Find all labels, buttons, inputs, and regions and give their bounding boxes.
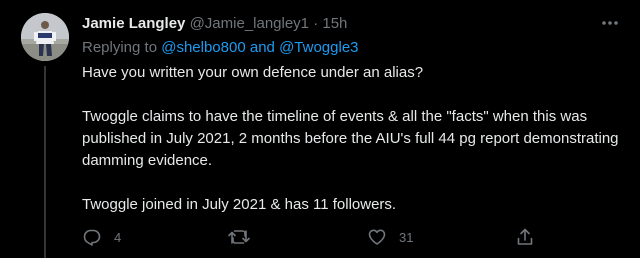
reply-icon: [83, 229, 101, 246]
author-handle[interactable]: @Jamie_langley1: [190, 15, 309, 32]
tweet-header: Jamie Langley @Jamie_langley1 · 15h: [82, 14, 600, 34]
replying-to-conjunction: and: [245, 39, 280, 56]
author-display-name[interactable]: Jamie Langley: [82, 15, 185, 32]
mention-link-twoggle3[interactable]: @Twoggle3: [279, 39, 358, 56]
separator-dot: ·: [313, 15, 319, 32]
avatar[interactable]: [21, 13, 69, 61]
retweet-button[interactable]: [228, 226, 262, 248]
heart-icon: [368, 229, 386, 245]
like-button[interactable]: 31: [367, 226, 413, 248]
mention-link-shelbo800[interactable]: @shelbo800: [161, 39, 245, 56]
tweet-time[interactable]: 15h: [322, 15, 347, 32]
share-icon: [517, 228, 533, 245]
profile-photo-icon: [21, 13, 69, 61]
more-icon: [602, 21, 618, 25]
more-options-button[interactable]: [599, 12, 621, 34]
reply-button[interactable]: 4: [82, 226, 121, 248]
retweet-icon: [228, 230, 250, 244]
share-button[interactable]: [515, 226, 535, 248]
replying-to-prefix: Replying to: [82, 39, 162, 56]
tweet-paragraph: Have you written your own defence under …: [82, 64, 424, 81]
tweet-paragraph: Twoggle claims to have the timeline of e…: [82, 108, 619, 169]
tweet-paragraph: Twoggle joined in July 2021 & has 11 fol…: [82, 196, 397, 213]
tweet-text: Have you written your own defence under …: [82, 62, 630, 216]
reply-count: 4: [114, 229, 122, 245]
tweet-actions: 4 31: [0, 226, 640, 248]
like-count: 31: [399, 229, 414, 245]
tweet[interactable]: Jamie Langley @Jamie_langley1 · 15h Repl…: [0, 0, 640, 258]
replying-to: Replying to @shelbo800 and @Twoggle3: [82, 38, 359, 58]
